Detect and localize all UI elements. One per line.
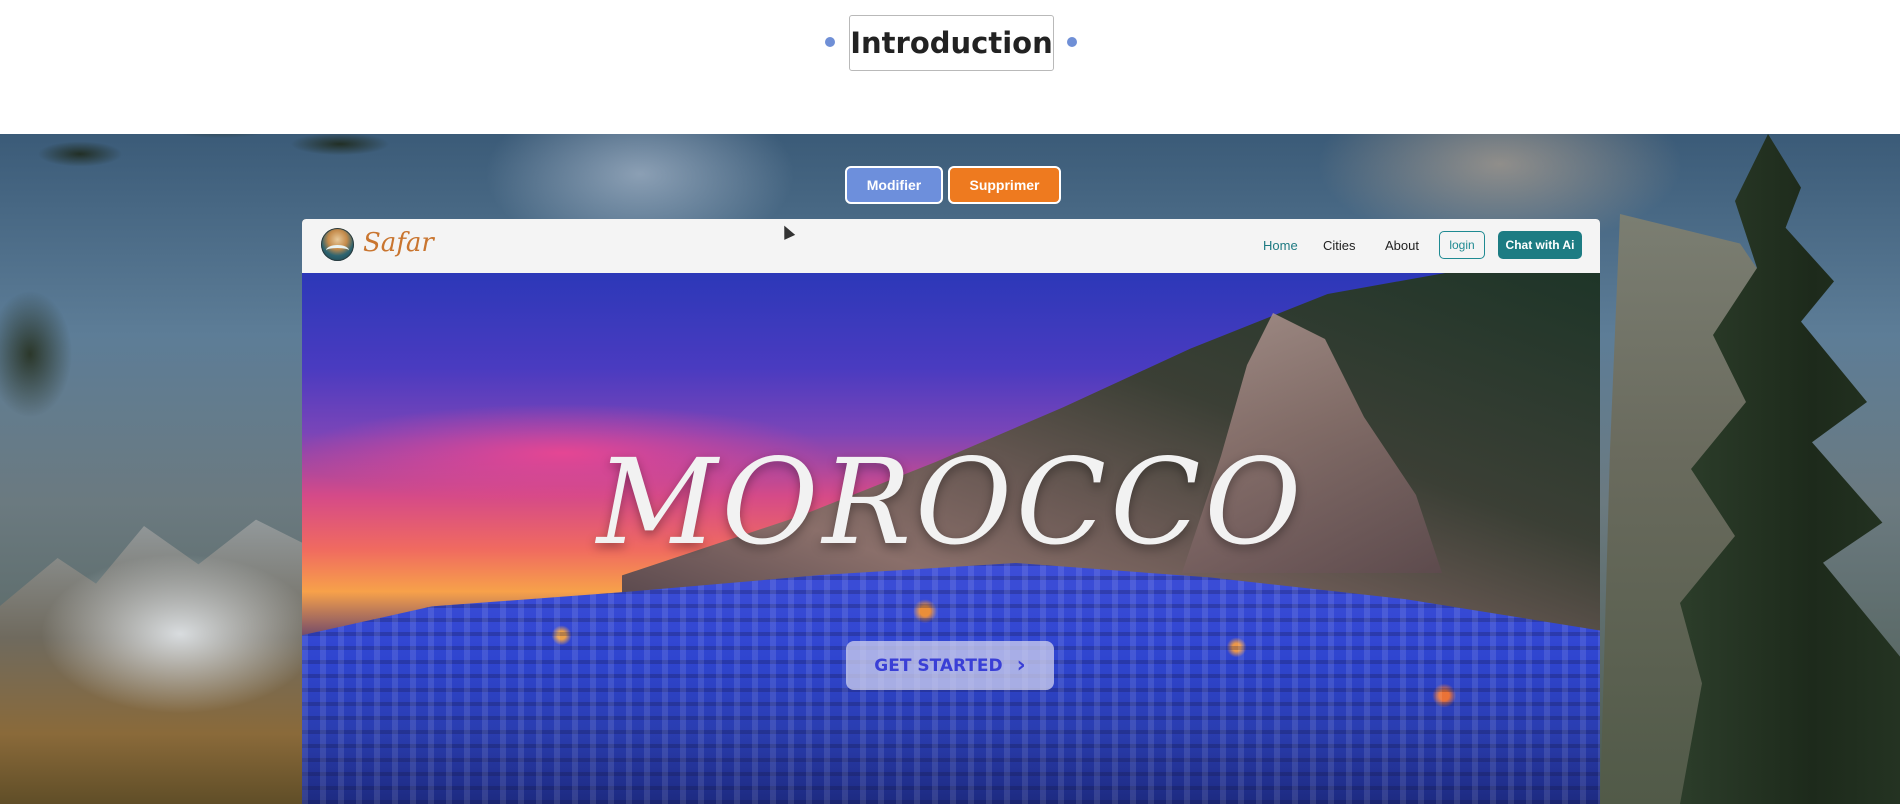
get-started-label: GET STARTED: [874, 655, 1003, 676]
chat-with-ai-button[interactable]: Chat with Ai: [1498, 231, 1582, 259]
bullet-dot-icon: [1067, 37, 1077, 47]
site-logo-text[interactable]: Safar: [363, 228, 434, 258]
hero-section: MOROCCO GET STARTED ›: [302, 273, 1600, 804]
login-button[interactable]: login: [1439, 231, 1485, 259]
bullet-dot-icon: [825, 37, 835, 47]
modifier-button[interactable]: Modifier: [845, 166, 943, 204]
section-title-box[interactable]: Introduction: [849, 15, 1054, 71]
nav-home-link[interactable]: Home: [1263, 238, 1298, 253]
chevron-right-icon: ›: [1016, 652, 1026, 678]
wave-logo-icon[interactable]: [321, 228, 354, 261]
section-title: Introduction: [850, 26, 1053, 60]
tree-decoration: [1680, 134, 1900, 804]
section-header: Introduction: [0, 0, 1900, 134]
hero-title: MOROCCO: [596, 433, 1306, 571]
get-started-button[interactable]: GET STARTED ›: [846, 641, 1054, 690]
site-preview: Safar Home Cities About login Chat with …: [302, 219, 1600, 804]
supprimer-button[interactable]: Supprimer: [948, 166, 1061, 204]
nav-cities-link[interactable]: Cities: [1323, 238, 1356, 253]
nav-about-link[interactable]: About: [1385, 238, 1419, 253]
cloud-decoration: [40, 554, 320, 714]
site-navbar: Safar Home Cities About login Chat with …: [302, 219, 1600, 273]
